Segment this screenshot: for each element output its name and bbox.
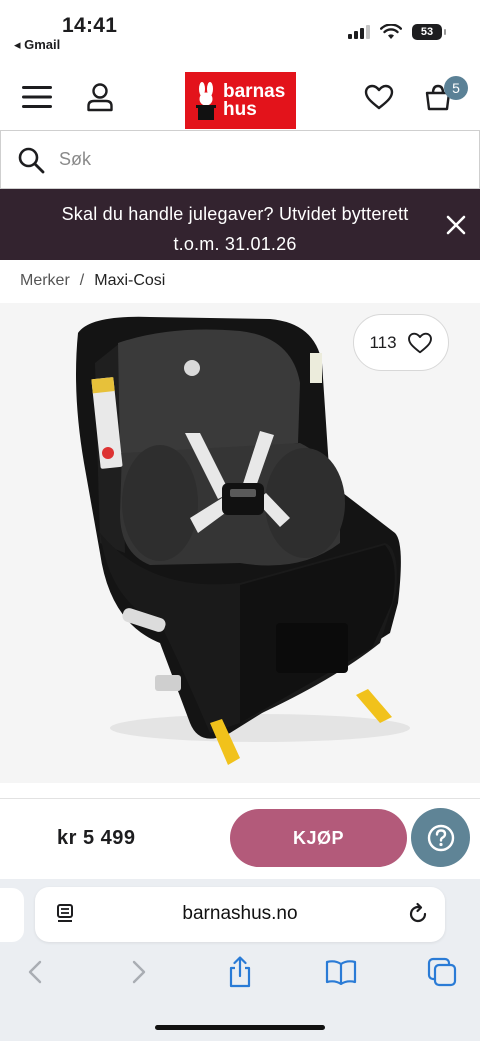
rabbit-logo-icon — [196, 81, 216, 120]
tabs-icon — [427, 957, 457, 987]
back-icon — [28, 960, 42, 984]
browser-share-button[interactable] — [223, 955, 257, 989]
promo-close-button[interactable] — [444, 213, 468, 237]
search-input[interactable]: Søk — [59, 149, 91, 170]
battery-icon: 53 — [412, 24, 446, 40]
search-icon — [18, 147, 45, 173]
previous-tab-edge[interactable] — [0, 888, 24, 942]
product-price: kr 5 499 — [57, 827, 136, 849]
site-header: barnas hus 5 — [0, 60, 480, 130]
breadcrumb: Merker / Maxi-Cosi — [20, 272, 165, 290]
reload-icon[interactable] — [405, 901, 431, 927]
help-button[interactable] — [411, 808, 470, 867]
account-button[interactable] — [83, 80, 117, 114]
bookmarks-icon — [325, 960, 357, 985]
browser-back-button[interactable] — [18, 955, 52, 989]
browser-toolbar: barnashus.no — [0, 879, 480, 1041]
user-icon — [87, 83, 113, 112]
wifi-icon — [380, 24, 402, 39]
share-icon — [229, 956, 251, 988]
heart-icon — [364, 84, 394, 110]
close-icon — [446, 215, 466, 235]
menu-icon — [22, 86, 52, 108]
promo-banner: Skal du handle julegaver? Utvidet bytter… — [0, 189, 480, 260]
search-bar[interactable]: Søk — [0, 130, 480, 189]
browser-forward-button[interactable] — [122, 955, 156, 989]
buy-bar: kr 5 499 KJØP — [0, 799, 480, 879]
status-bar: 14:41 ◂ Gmail 53 — [0, 0, 480, 60]
status-time: 14:41 — [62, 14, 118, 37]
question-mark-icon — [427, 824, 454, 851]
back-to-app-link[interactable]: ◂ Gmail — [14, 37, 60, 53]
address-text: barnashus.no — [182, 903, 298, 924]
breadcrumb-separator: / — [79, 272, 85, 289]
heart-outline-icon — [407, 332, 432, 353]
forward-icon — [132, 960, 146, 984]
cellular-signal-icon — [348, 25, 370, 39]
cart-count-badge: 5 — [444, 76, 468, 100]
product-image[interactable] — [0, 303, 480, 783]
wishlist-count: 113 — [369, 332, 397, 352]
browser-nav-row — [0, 955, 480, 991]
wishlist-count-button[interactable]: 113 — [353, 314, 449, 371]
menu-button[interactable] — [20, 80, 54, 114]
breadcrumb-item-maxi-cosi[interactable]: Maxi-Cosi — [94, 272, 165, 290]
promo-text: Skal du handle julegaver? Utvidet bytter… — [61, 204, 409, 254]
site-logo[interactable]: barnas hus — [185, 72, 296, 129]
logo-text-line2: hus — [223, 98, 257, 120]
address-bar[interactable]: barnashus.no — [35, 887, 445, 942]
browser-tabs-button[interactable] — [425, 955, 459, 989]
car-seat-illustration — [76, 316, 410, 765]
logo-text: barnas hus — [223, 80, 286, 120]
status-icons: 53 — [348, 24, 446, 40]
browser-bookmarks-button[interactable] — [324, 955, 358, 989]
breadcrumb-item-merker[interactable]: Merker — [20, 272, 70, 290]
wishlist-button[interactable] — [362, 80, 396, 114]
home-indicator — [155, 1025, 325, 1030]
logo-text-line1: barnas — [223, 80, 286, 102]
buy-button[interactable]: KJØP — [230, 809, 407, 867]
